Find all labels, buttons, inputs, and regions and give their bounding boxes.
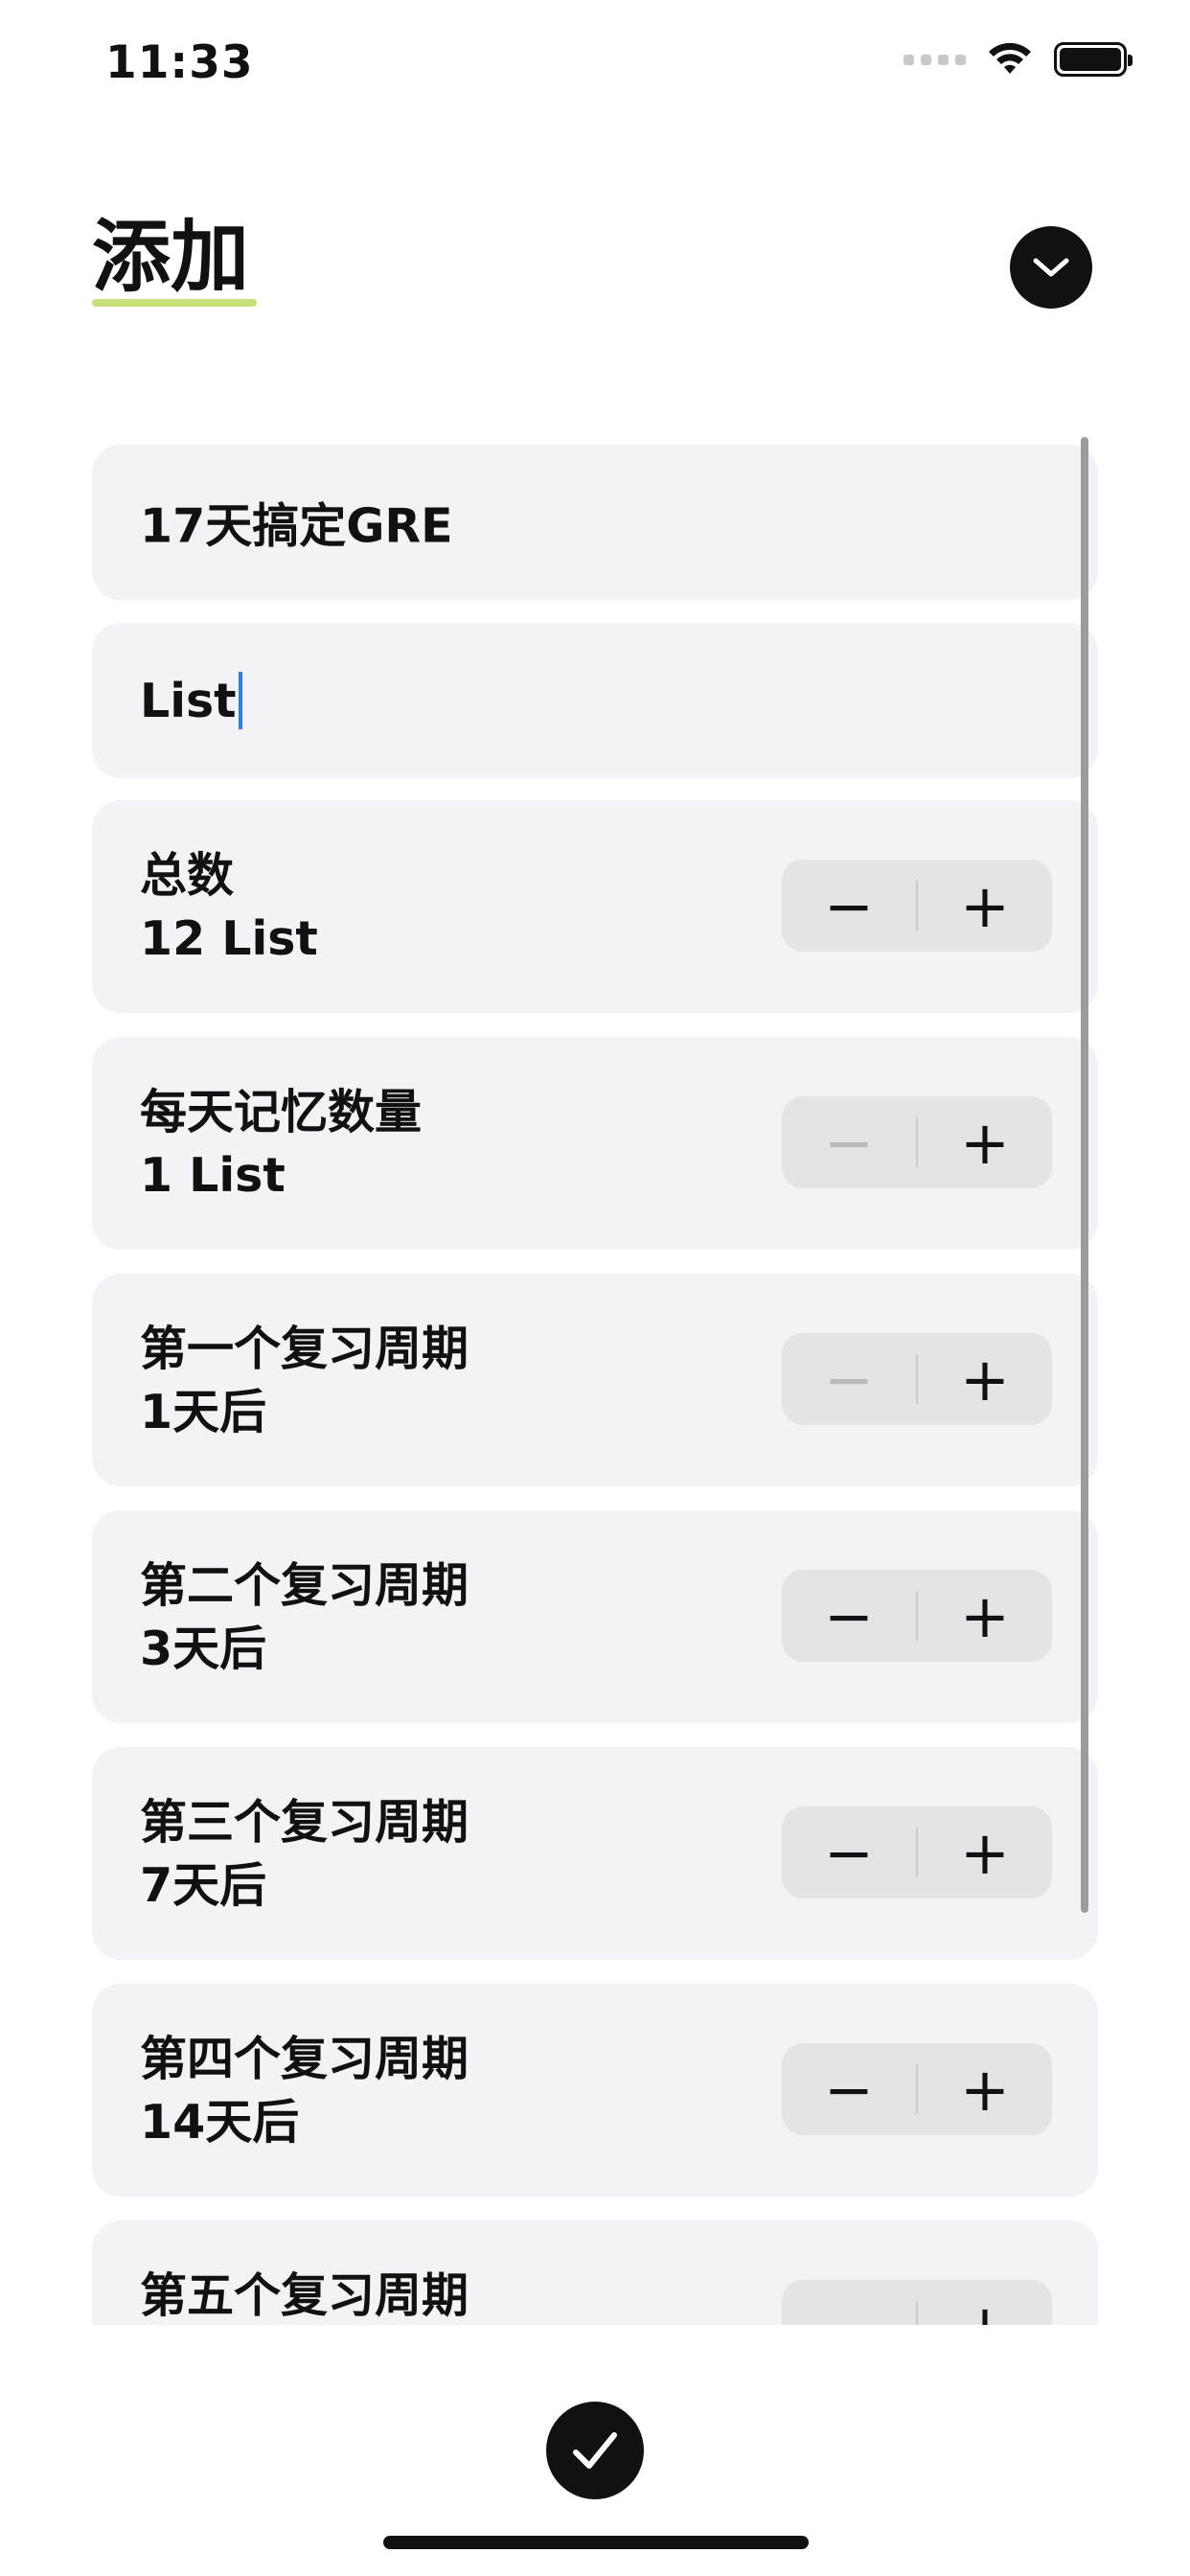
stepper-row-daily: 每天记忆数量 1 List − + — [92, 1037, 1098, 1250]
scrollbar[interactable] — [1081, 437, 1088, 1913]
decrement-button[interactable]: − — [782, 1806, 916, 1898]
increment-button[interactable]: + — [918, 1333, 1052, 1425]
stepper-text: 每天记忆数量 1 List — [140, 1081, 422, 1208]
stepper-row-review1: 第一个复习周期 1天后 − + — [92, 1274, 1098, 1486]
decrement-button[interactable]: − — [782, 1570, 916, 1662]
unit-field[interactable]: List — [92, 623, 1098, 778]
increment-button[interactable]: + — [918, 2043, 1052, 2135]
collapse-button[interactable] — [1010, 226, 1092, 309]
stepper-text: 第四个复习周期 14天后 — [140, 2028, 469, 2154]
stepper-value: 1 List — [140, 1148, 286, 1204]
stepper-row-review3: 第三个复习周期 7天后 − + — [92, 1747, 1098, 1960]
stepper-control: −+ — [782, 2280, 1052, 2325]
stepper-label: 第一个复习周期 — [140, 1322, 469, 1376]
stepper-text: 第三个复习周期 7天后 — [140, 1791, 469, 1918]
stepper-value: 1天后 — [140, 1385, 267, 1440]
decrement-button[interactable]: − — [782, 860, 916, 952]
decrement-button[interactable]: − — [782, 2280, 916, 2326]
stepper-value: 14天后 — [140, 2095, 300, 2150]
stepper-control: −+ — [782, 1096, 1052, 1188]
stepper-control: −+ — [782, 1806, 1052, 1898]
stepper-label: 每天记忆数量 — [140, 1085, 423, 1139]
cellular-signal-icon — [904, 54, 966, 65]
stepper-control: −+ — [782, 860, 1052, 952]
decrement-button[interactable]: − — [782, 2043, 916, 2135]
stepper-text: 总数 12 List — [140, 844, 318, 971]
status-time: 11:33 — [105, 36, 254, 89]
increment-button[interactable]: + — [918, 1806, 1052, 1898]
increment-button[interactable]: + — [918, 1096, 1052, 1188]
stepper-row-total: 总数 12 List − + — [92, 800, 1098, 1013]
checkmark-icon — [573, 2432, 617, 2469]
wifi-icon — [989, 42, 1031, 74]
stepper-value: 3天后 — [140, 1622, 267, 1677]
status-icons — [904, 42, 1133, 77]
confirm-button[interactable] — [546, 2402, 644, 2499]
name-field[interactable]: 17天搞定GRE — [92, 445, 1098, 600]
stepper-text: 第二个复习周期 3天后 — [140, 1554, 469, 1681]
stepper-text: 第一个复习周期 1天后 — [140, 1318, 469, 1444]
decrement-button[interactable]: − — [782, 1096, 916, 1188]
stepper-row-review2: 第二个复习周期 3天后 − + — [92, 1510, 1098, 1723]
stepper-label: 第二个复习周期 — [140, 1558, 469, 1613]
stepper-text: 第五个复习周期 — [140, 2265, 469, 2325]
stepper-value: 12 List — [140, 911, 318, 967]
stepper-label: 总数 — [140, 848, 235, 903]
unit-field-value: List — [140, 673, 237, 728]
stepper-control: −+ — [782, 1570, 1052, 1662]
stepper-row-review4: 第四个复习周期 14天后 − + — [92, 1984, 1098, 2196]
stepper-label: 第五个复习周期 — [140, 2268, 469, 2323]
chevron-down-icon — [1033, 258, 1069, 277]
text-caret — [238, 672, 242, 729]
increment-button[interactable]: + — [918, 860, 1052, 952]
home-indicator[interactable] — [383, 2536, 809, 2549]
stepper-row-review5: 第五个复习周期 −+ — [92, 2220, 1098, 2325]
stepper-control: −+ — [782, 1333, 1052, 1425]
form-list[interactable]: 17天搞定GRE List 总数 12 List − + 每天记忆数量 1 List − + 第… — [0, 422, 1190, 2325]
name-field-value: 17天搞定GRE — [140, 498, 453, 554]
screen: 11:33 添加 17天搞定GRE List 总数 12 List − + 每天记忆数量… — [0, 0, 1190, 2576]
stepper-label: 第三个复习周期 — [140, 1795, 469, 1850]
stepper-value: 7天后 — [140, 1858, 267, 1914]
battery-icon — [1054, 42, 1133, 77]
unit-field-text: List — [140, 672, 242, 729]
stepper-label: 第四个复习周期 — [140, 2032, 469, 2086]
increment-button[interactable]: + — [918, 2280, 1052, 2326]
page-title: 添加 — [92, 212, 250, 303]
decrement-button[interactable]: − — [782, 1333, 916, 1425]
increment-button[interactable]: + — [918, 1570, 1052, 1662]
stepper-control: −+ — [782, 2043, 1052, 2135]
